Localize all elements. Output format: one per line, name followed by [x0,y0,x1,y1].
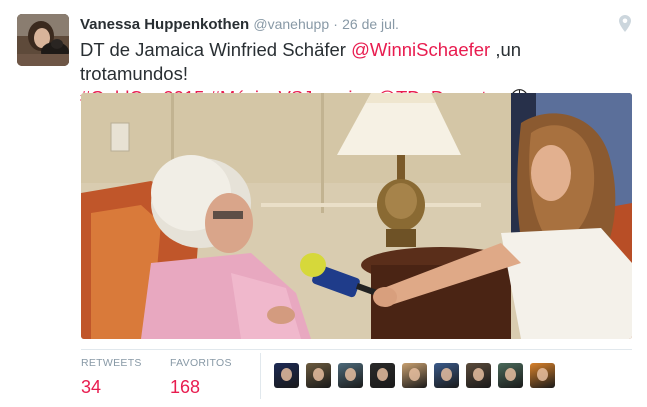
tweet-text-part: DT de Jamaica Winfried Schäfer [80,39,352,60]
retweets-count: 34 [81,377,102,397]
favoriter-avatar-9[interactable] [530,363,555,388]
location-pin-icon[interactable] [619,15,631,33]
favoriter-avatar-5[interactable] [402,363,427,388]
favorites-count: 168 [170,377,201,397]
favoriter-avatar-6[interactable] [434,363,459,388]
author-name[interactable]: Vanessa Huppenkothen [80,16,249,33]
tweet-date[interactable]: 26 de jul. [342,16,399,32]
favoriter-avatar-8[interactable] [498,363,523,388]
tweet-card: Vanessa Huppenkothen @vanehupp · 26 de j… [0,0,647,407]
favoriter-avatar-4[interactable] [370,363,395,388]
header-separator: · [333,16,338,32]
tweet-photo[interactable] [81,93,632,339]
retweets-stat[interactable]: RETWEETS 34 [81,357,142,398]
stats-divider [81,349,632,350]
author-handle[interactable]: @vanehupp [253,16,329,32]
retweets-label: RETWEETS [81,357,142,369]
favoriter-avatar-7[interactable] [466,363,491,388]
author-avatar[interactable] [17,14,69,66]
favorites-label: FAVORITOS [170,357,232,369]
stats-separator [260,353,261,399]
mention-winnischaefer[interactable]: @WinniSchaefer [351,39,490,60]
favoriter-avatar-3[interactable] [338,363,363,388]
favoriter-avatar-1[interactable] [274,363,299,388]
favoriter-avatar-2[interactable] [306,363,331,388]
tweet-header: Vanessa Huppenkothen @vanehupp · 26 de j… [80,15,399,35]
favorites-stat[interactable]: FAVORITOS 168 [170,357,232,398]
